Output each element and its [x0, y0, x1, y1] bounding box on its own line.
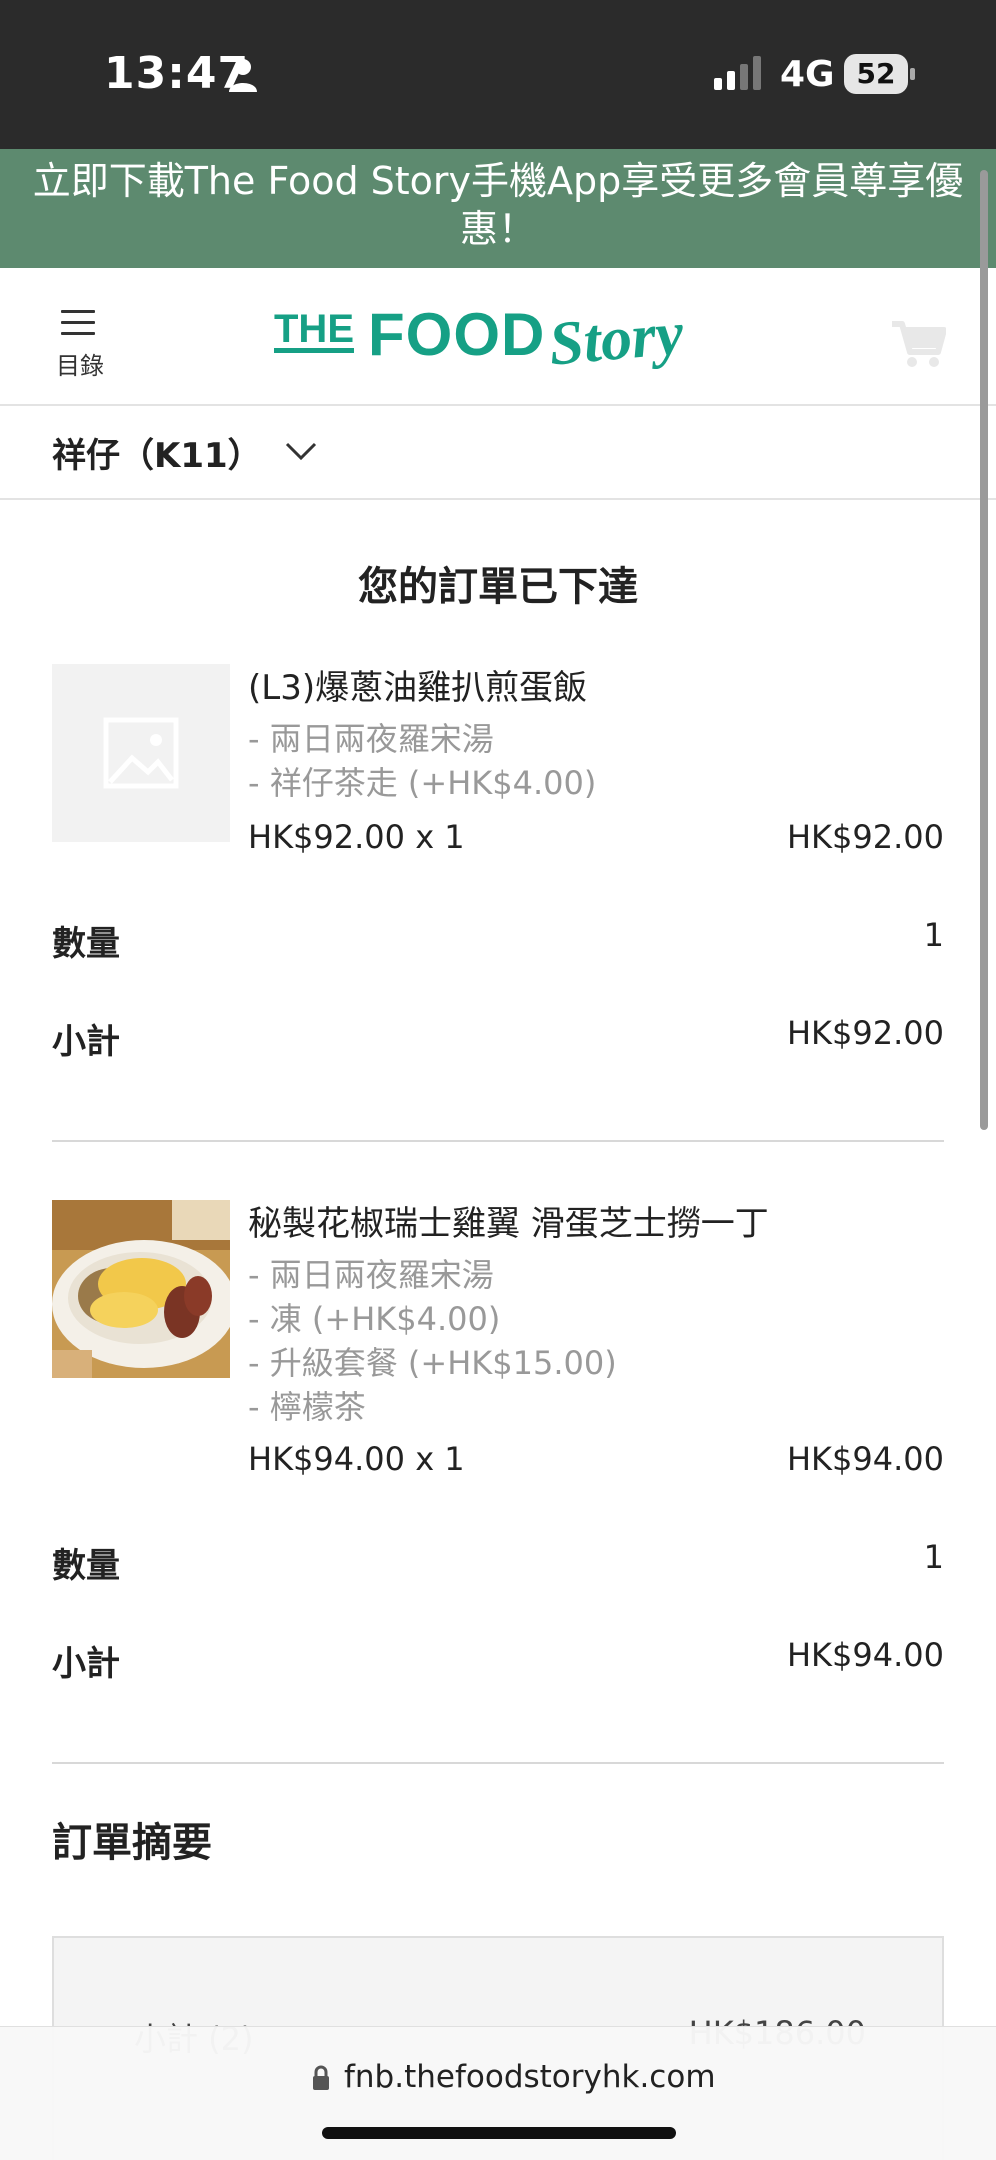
- item-option: - 兩日兩夜羅宋湯: [248, 1256, 494, 1294]
- item-option: - 兩日兩夜羅宋湯: [248, 720, 494, 758]
- quantity-label: 數量: [52, 924, 120, 964]
- item-option: - 升級套餐 (+HK$15.00): [248, 1344, 617, 1382]
- item-unit-price: HK$92.00 x 1: [248, 818, 465, 856]
- site-header: 目錄 THE FOODStory: [0, 268, 996, 406]
- store-selector[interactable]: 祥仔（K11）: [0, 406, 996, 500]
- brand-logo[interactable]: THE FOODStory: [274, 299, 686, 379]
- url-text: fnb.thefoodstoryhk.com: [344, 2059, 716, 2095]
- item-line-total: HK$94.00: [786, 1440, 944, 1478]
- order-title: 您的訂單已下達: [358, 564, 638, 610]
- app-download-banner[interactable]: 立即下載The Food Story手機App享受更多會員尊享優惠！: [0, 149, 996, 268]
- battery-icon: 52: [844, 54, 916, 94]
- hamburger-icon: [61, 310, 95, 343]
- item-name: (L3)爆蔥油雞扒煎蛋飯: [248, 668, 588, 708]
- divider: [52, 1140, 944, 1142]
- quantity-value: 1: [923, 1538, 944, 1576]
- menu-button[interactable]: 目錄: [52, 310, 108, 380]
- home-indicator[interactable]: [322, 2127, 676, 2139]
- network-label: 4G: [780, 54, 835, 95]
- logo-food: FOOD: [368, 301, 546, 368]
- status-bar: 13:47 4G 52: [0, 0, 996, 149]
- cart-icon[interactable]: [890, 320, 946, 368]
- item-image-placeholder: [52, 664, 230, 842]
- placeholder-image-icon: [103, 717, 179, 789]
- logo-story: Story: [546, 299, 687, 379]
- order-summary-heading: 訂單摘要: [52, 1820, 212, 1866]
- chevron-down-icon: [285, 442, 317, 461]
- browser-address-bar[interactable]: fnb.thefoodstoryhk.com: [0, 2026, 996, 2160]
- item-option: - 檸檬茶: [248, 1388, 366, 1426]
- person-icon: [229, 59, 257, 92]
- store-name: 祥仔（K11）: [52, 436, 262, 476]
- divider: [52, 1762, 944, 1764]
- item-option: - 凍 (+HK$4.00): [248, 1300, 501, 1338]
- item-line-total: HK$92.00: [786, 818, 944, 856]
- battery-level: 52: [856, 57, 896, 90]
- page-scrollbar[interactable]: [980, 170, 988, 1130]
- subtotal-value: HK$94.00: [786, 1636, 944, 1674]
- signal-icon: [714, 56, 761, 90]
- menu-label: 目錄: [56, 352, 104, 380]
- subtotal-value: HK$92.00: [786, 1014, 944, 1052]
- item-food-photo: [52, 1200, 230, 1378]
- item-unit-price: HK$94.00 x 1: [248, 1440, 465, 1478]
- food-photo: [52, 1200, 230, 1378]
- quantity-label: 數量: [52, 1546, 120, 1586]
- quantity-value: 1: [923, 916, 944, 954]
- item-option: - 祥仔茶走 (+HK$4.00): [248, 764, 597, 802]
- item-name: 秘製花椒瑞士雞翼 滑蛋芝士撈一丁: [248, 1204, 769, 1244]
- subtotal-label: 小計: [52, 1022, 120, 1062]
- lock-icon: [313, 2065, 329, 2090]
- logo-the: THE: [274, 307, 354, 353]
- subtotal-label: 小計: [52, 1644, 120, 1684]
